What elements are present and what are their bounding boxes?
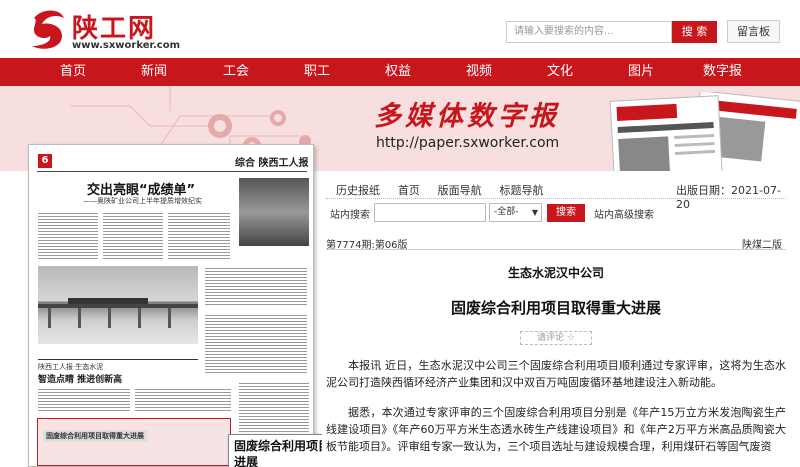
logo-swoosh-icon [32,10,64,49]
article-paragraph: 据悉，本次通过专家评审的三个固废综合利用项目分别是《年产15万立方米发泡陶瓷生产… [326,406,786,453]
nav-item-rights[interactable]: 权益 [385,58,411,86]
page-subhead: ——奥陕矿业公司上半年提质增效纪实 [83,197,202,205]
text-block [135,387,231,413]
search-scope-select[interactable]: -全部- ▼ [489,203,542,222]
article-title: 固废综合利用项目取得重大进展 [450,299,661,317]
article-lead: 生态水泥汉中公司 [507,266,604,280]
link-title-nav[interactable]: 标题导航 [499,184,543,197]
chevron-down-icon: ▼ [531,208,538,217]
guestbook-button[interactable]: 留言板 [727,20,780,43]
nav-item-workers[interactable]: 职工 [304,58,330,86]
text-block [168,211,230,261]
rate-comment-box[interactable]: 请评论 ☆ [520,331,592,345]
newspaper-page-image[interactable]: 6 综合 陕西工人报 交出亮眼“成绩单” ——奥陕矿业公司上半年提质增效纪实 陕… [28,144,314,467]
site-search-button[interactable]: 搜索 [547,204,585,222]
divider [326,249,786,250]
link-page-nav[interactable]: 版面导航 [438,184,482,197]
section-header: 陕西工人报·生态水泥 [38,359,198,372]
link-home[interactable]: 首页 [398,184,420,197]
advanced-search-link[interactable]: 站内高级搜索 [594,206,654,221]
site-search-input[interactable] [374,203,486,222]
text-block [103,211,163,261]
section-title[interactable]: 智造点睛 推进创新高 [38,372,122,385]
nav-item-culture[interactable]: 文化 [547,58,573,86]
site-search-label: 站内搜索 [330,210,370,221]
link-history[interactable]: 历史报纸 [336,184,380,197]
article-paragraph: 本报讯 近日，生态水泥汉中公司三个固废综合利用项目顺利通过专家评审，这将为生态水… [326,359,786,389]
text-block [38,211,98,261]
text-block [38,387,130,413]
page-masthead: 综合 陕西工人报 [235,158,309,169]
selected-article-hotspot[interactable] [37,418,231,466]
paper-nav-links: 历史报纸 首页 版面导航 标题导航 [336,182,557,198]
page-photo-railway [38,266,198,344]
page-number: 6 [38,154,52,168]
nav-item-video[interactable]: 视频 [466,58,492,86]
banner-title: 多媒体数字报 [374,101,560,132]
main-nav: 首页 新闻 工会 职工 权益 视频 文化 图片 数字报 [0,58,800,86]
divider [326,198,786,199]
nav-item-union[interactable]: 工会 [223,58,249,86]
nav-item-photos[interactable]: 图片 [628,58,654,86]
article-panel: 历史报纸 首页 版面导航 标题导航 出版日期：2021-07-20 站内搜索 -… [322,176,790,467]
select-value: -全部- [494,207,519,217]
search-input[interactable]: 请输入要搜索的内容... [506,21,672,43]
newspaper-stack-image [609,92,800,171]
nav-item-home[interactable]: 首页 [60,58,86,86]
publish-date: 出版日期：2021-07-20 [676,184,781,211]
selected-article-title: 固废综合利用项目取得重大进展 [43,430,147,442]
banner-url[interactable]: http://paper.sxworker.com [376,135,559,151]
text-block [205,313,307,373]
nav-item-news[interactable]: 新闻 [141,58,167,86]
page-photo-small [239,178,309,246]
nav-item-epaper[interactable]: 数字报 [703,58,742,86]
site-url: www.sxworker.com [72,40,181,51]
site-header: 陕工网 www.sxworker.com 请输入要搜索的内容... 搜 索 留言… [0,0,800,58]
railway-bridge-image [38,298,198,328]
text-block [205,266,307,306]
search-button[interactable]: 搜 索 [672,21,717,43]
site-logo[interactable]: 陕工网 www.sxworker.com [28,6,188,54]
page-rule [37,171,307,172]
